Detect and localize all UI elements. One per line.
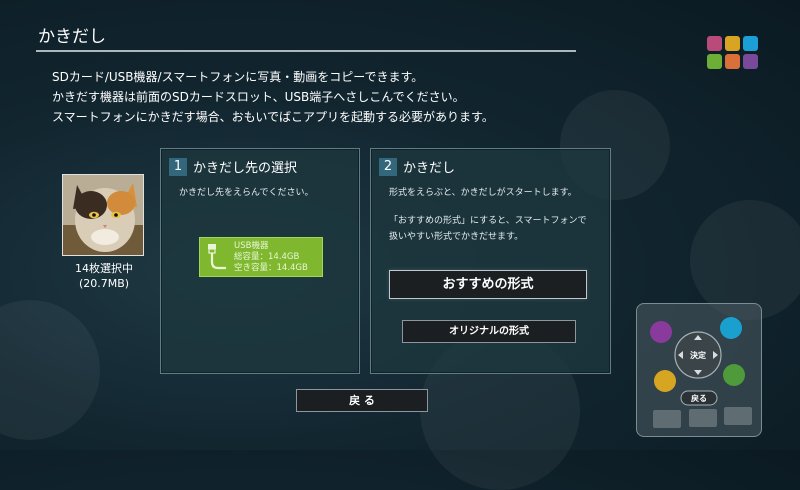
palette-swatch [707,36,722,51]
original-format-button[interactable]: オリジナルの形式 [402,320,576,343]
step-title: かきだし [403,161,456,176]
usb-icon [208,244,226,270]
remote-guide: 決定 戻る [636,303,762,437]
export-panel: 2 かきだし 形式をえらぶと、かきだしがスタートします。 「おすすめの形式」にす… [370,148,611,374]
step-description: 「おすすめの形式」にすると、スマートフォンで [389,216,587,226]
page-title: かきだし [38,27,106,47]
purple-button-icon [650,321,672,343]
green-button-icon [723,364,745,386]
instruction-line: スマートフォンにかきだす場合、おもいでばこアプリを起動する必要があります。 [52,110,494,124]
selected-count: 14枚選択中 [75,262,133,275]
recommended-format-button[interactable]: おすすめの形式 [389,270,587,299]
remote-graphic [650,317,752,428]
selection-summary: 14枚選択中 (20.7MB) [58,261,150,291]
selected-size: (20.7MB) [78,277,130,290]
color-palette-icon [707,36,759,69]
title-divider [36,50,576,52]
palette-swatch [707,54,722,69]
step-description: 形式をえらぶと、かきだしがスタートします。 [389,188,577,198]
step-header: 2 かきだし [379,157,455,176]
yellow-button-icon [654,370,676,392]
palette-swatch [725,36,740,51]
remote-back-label: 戻る [691,394,707,403]
device-free-capacity: 空き容量：14.4GB [234,263,308,273]
palette-swatch [743,54,758,69]
blue-button-icon [720,317,742,339]
usb-device-option[interactable]: USB機器 総容量：14.4GB 空き容量：14.4GB [199,237,323,277]
device-name: USB機器 [234,241,269,251]
step-number: 2 [379,157,397,176]
selected-photo-thumbnail [62,174,144,256]
step-header: 1 かきだし先の選択 [169,157,297,176]
bokeh-light [0,300,100,440]
palette-swatch [725,54,740,69]
instruction-line: SDカード/USB機器/スマートフォンに写真・動画をコピーできます。 [52,70,424,84]
step-number: 1 [169,157,187,176]
bokeh-light [690,200,800,320]
step-description: 扱いやすい形式でかきだせます。 [389,232,524,242]
instruction-line: かきだす機器は前面のSDカードスロット、USB端子へさしこんでください。 [52,90,465,104]
destination-panel: 1 かきだし先の選択 かきだし先をえらんでください。 USB機器 総容量：14.… [160,148,360,374]
instructions: SDカード/USB機器/スマートフォンに写真・動画をコピーできます。 かきだす機… [52,67,494,127]
step-title: かきだし先の選択 [193,161,298,176]
back-button[interactable]: 戻 る [296,389,428,412]
remote-ok-label: 決定 [690,351,706,360]
device-total-capacity: 総容量：14.4GB [234,252,300,262]
device-info: USB機器 総容量：14.4GB 空き容量：14.4GB [234,241,308,274]
palette-swatch [743,36,758,51]
step-description: かきだし先をえらんでください。 [179,188,314,198]
